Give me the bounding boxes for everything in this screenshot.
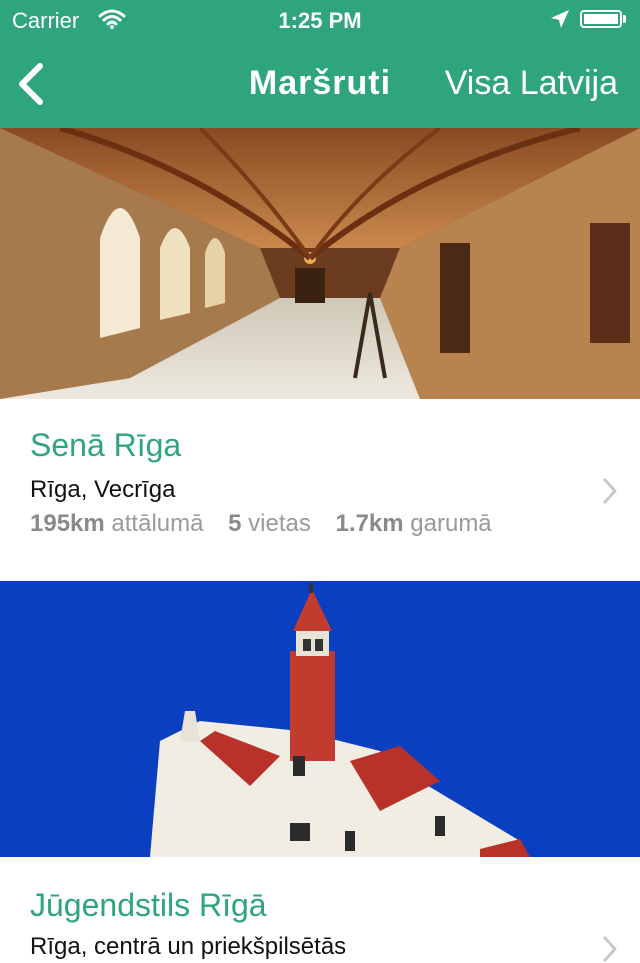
places-value: 5 (228, 510, 242, 537)
distance-value: 195km (30, 510, 105, 537)
chevron-right-icon (603, 936, 617, 962)
route-stats: 195km attālumā 5 vietas 1.7km garumā (30, 510, 492, 538)
battery-tip (623, 15, 626, 23)
length-label: garumā (410, 510, 492, 537)
route-card-jugendstils[interactable]: Jūgendstils Rīgā Rīga, centrā un priekšp… (0, 857, 640, 962)
length-value: 1.7km (335, 510, 404, 537)
monastery-cloister-corridor-photo (0, 128, 640, 399)
places-label: vietas (248, 510, 311, 537)
art-nouveau-building-photo (0, 581, 640, 857)
route-location: Rīga, centrā un priekšpilsētās (30, 933, 347, 960)
distance-label: attālumā (111, 510, 204, 537)
status-bar: Carrier 1:25 PM (0, 0, 640, 40)
chevron-right-icon (603, 478, 617, 504)
battery-icon (580, 10, 622, 28)
clock: 1:25 PM (278, 8, 362, 33)
route-title: Senā Rīga (30, 427, 182, 463)
route-image-sena-riga[interactable] (0, 128, 640, 399)
region-filter-button[interactable]: Visa Latvija (445, 64, 618, 103)
navigation-bar: Maršruti Visa Latvija (0, 40, 640, 128)
route-image-jugendstils[interactable] (0, 581, 640, 857)
route-card-sena-riga[interactable]: Senā Rīga Rīga, Vecrīga 195km attālumā 5… (0, 399, 640, 581)
app-header: Carrier 1:25 PM Maršruti Visa Latvija (0, 0, 640, 128)
location-arrow-icon (551, 10, 569, 28)
chevron-left-icon[interactable] (14, 62, 50, 106)
route-title: Jūgendstils Rīgā (30, 887, 267, 923)
route-location: Rīga, Vecrīga (30, 476, 176, 503)
